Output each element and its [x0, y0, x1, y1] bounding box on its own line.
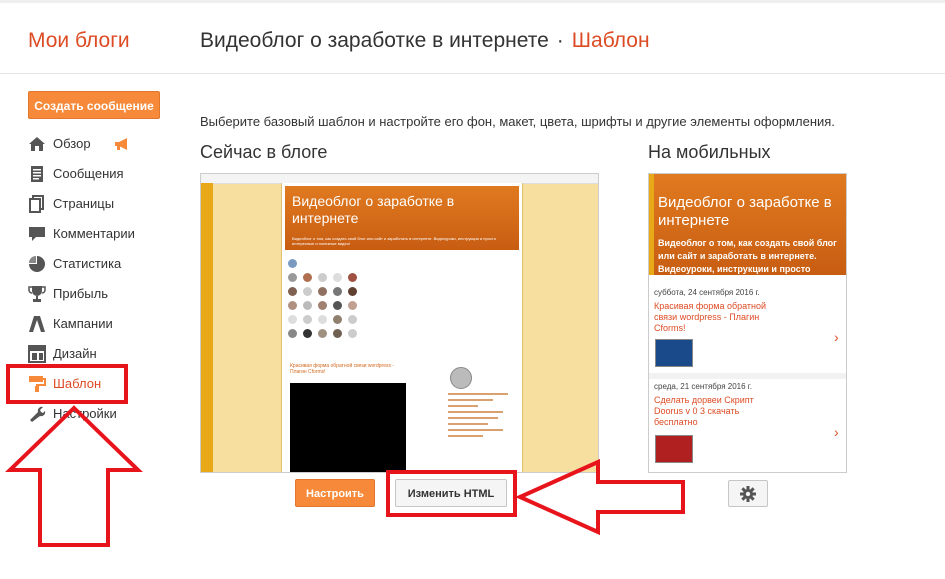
current-template-heading: Сейчас в блоге: [200, 142, 328, 162]
campaigns-icon: [29, 316, 45, 332]
preview-blog-title: Видеоблог о заработке в интернете: [292, 193, 455, 226]
megaphone-icon: [115, 138, 127, 150]
preview-avatar: [288, 259, 297, 268]
preview-author-photo: [450, 367, 472, 389]
sidebar-item-label: Прибыль: [53, 286, 108, 301]
preview-avatar: [333, 273, 342, 282]
preview-avatar: [303, 287, 312, 296]
preview-avatar: [348, 329, 357, 338]
preview-avatar: [303, 301, 312, 310]
wrench-icon: [30, 406, 46, 422]
mobile-post-arrow: ›: [834, 424, 839, 440]
preview-avatar: [303, 315, 312, 324]
preview-blog-subtitle: Видеоблог о том, как создать свой блог и…: [292, 236, 496, 246]
preview-video: [290, 383, 406, 472]
sidebar-item-label: Комментарии: [53, 226, 135, 241]
create-post-button[interactable]: Создать сообщение: [28, 91, 160, 119]
preview-avatar: [303, 273, 312, 282]
sidebar-item-label: Сообщения: [53, 166, 124, 181]
preview-avatar: [288, 287, 297, 296]
sidebar-item-label: Шаблон: [53, 376, 102, 391]
sidebar-item-layout[interactable]: Дизайн: [28, 343, 178, 365]
mobile-settings-button[interactable]: [728, 480, 768, 507]
preview-avatar: [348, 273, 357, 282]
preview-avatar: [333, 301, 342, 310]
sidebar-item-label: Дизайн: [53, 346, 97, 361]
sidebar-item-settings[interactable]: Настройки: [28, 403, 178, 425]
annotation-arrow-up: [5, 405, 143, 547]
preview-avatar: [318, 329, 327, 338]
layout-icon: [28, 345, 46, 363]
sidebar-item-earnings[interactable]: Прибыль: [28, 283, 178, 305]
sidebar-item-label: Обзор: [53, 136, 91, 151]
paint-roller-icon: [29, 376, 46, 392]
preview-avatar: [288, 315, 297, 324]
preview-avatar: [303, 329, 312, 338]
posts-icon: [31, 166, 43, 182]
preview-avatar: [348, 301, 357, 310]
sidebar-item-stats[interactable]: Статистика: [28, 253, 178, 275]
preview-avatar: [288, 329, 297, 338]
preview-avatar: [318, 287, 327, 296]
sidebar-item-label: Страницы: [53, 196, 115, 211]
title-separator: ·: [556, 29, 564, 52]
sidebar-item-pages[interactable]: Страницы: [28, 193, 178, 215]
mobile-post-arrow: ›: [834, 329, 839, 345]
sidebar-item-template[interactable]: Шаблон: [28, 373, 178, 395]
sidebar-item-comments[interactable]: Комментарии: [28, 223, 178, 245]
mobile-post-thumbnail: [655, 339, 693, 367]
sidebar-item-label: Настройки: [53, 406, 117, 421]
mobile-post-thumbnail: [655, 435, 693, 463]
preview-side-stripe: [201, 183, 213, 472]
home-icon: [29, 137, 45, 151]
sidebar-item-label: Кампании: [53, 316, 113, 331]
section-title: Шаблон: [571, 29, 650, 52]
sidebar-item-overview[interactable]: Обзор: [28, 133, 178, 155]
preview-avatar: [333, 329, 342, 338]
customize-button[interactable]: Настроить: [295, 479, 375, 507]
pages-icon: [29, 195, 44, 213]
top-bar: Мои блоги Видеоблог о заработке в интерн…: [0, 0, 945, 74]
sidebar-item-label: Статистика: [53, 256, 122, 271]
preview-avatar: [318, 301, 327, 310]
preview-avatar: [333, 287, 342, 296]
sidebar-item-posts[interactable]: Сообщения: [28, 163, 178, 185]
mobile-post-date: суббота, 24 сентября 2016 г.: [654, 288, 760, 297]
mobile-post-title: Красивая форма обратной связи wordpress …: [654, 301, 767, 333]
mobile-template-heading: На мобильных: [648, 142, 771, 162]
comments-icon: [29, 227, 45, 241]
my-blogs-link[interactable]: Мои блоги: [28, 29, 130, 53]
trophy-icon: [28, 286, 46, 302]
gear-icon: [740, 486, 756, 502]
page-title: Видеоблог о заработке в интернете · Шаблон: [200, 29, 650, 53]
page-description: Выберите базовый шаблон и настройте его …: [200, 114, 835, 129]
preview-avatar: [288, 301, 297, 310]
mobile-blog-title: Видеоблог о заработке в интернете: [658, 194, 832, 229]
mobile-template-preview[interactable]: Видеоблог о заработке в интернете Видеоб…: [648, 173, 847, 473]
mobile-post-date: среда, 21 сентября 2016 г.: [654, 382, 752, 391]
preview-page: Видеоблог о заработке в интернете Видеоб…: [281, 183, 523, 472]
preview-avatar: [348, 315, 357, 324]
preview-avatar: [348, 287, 357, 296]
mobile-blog-subtitle: Видеоблог о том, как создать свой блог и…: [658, 238, 837, 287]
preview-sidebar-links: [448, 393, 516, 441]
preview-avatar: [288, 273, 297, 282]
desktop-template-preview[interactable]: Видеоблог о заработке в интернете Видеоб…: [200, 173, 599, 473]
preview-header: Видеоблог о заработке в интернете Видеоб…: [285, 186, 519, 250]
mobile-header: Видеоблог о заработке в интернете Видеоб…: [649, 174, 846, 287]
preview-post-title: Красивая форма обратной связи wordpress …: [290, 363, 395, 375]
preview-avatar: [318, 315, 327, 324]
blog-title[interactable]: Видеоблог о заработке в интернете: [200, 29, 549, 52]
sidebar-item-campaigns[interactable]: Кампании: [28, 313, 178, 335]
mobile-post-separator: [649, 373, 846, 379]
preview-avatar: [333, 315, 342, 324]
mobile-post-title: Сделать дорвеи Скрипт Doorus v 0 3 скача…: [654, 395, 754, 427]
stats-icon: [29, 256, 45, 272]
edit-html-button[interactable]: Изменить HTML: [395, 479, 507, 507]
preview-avatar: [318, 273, 327, 282]
